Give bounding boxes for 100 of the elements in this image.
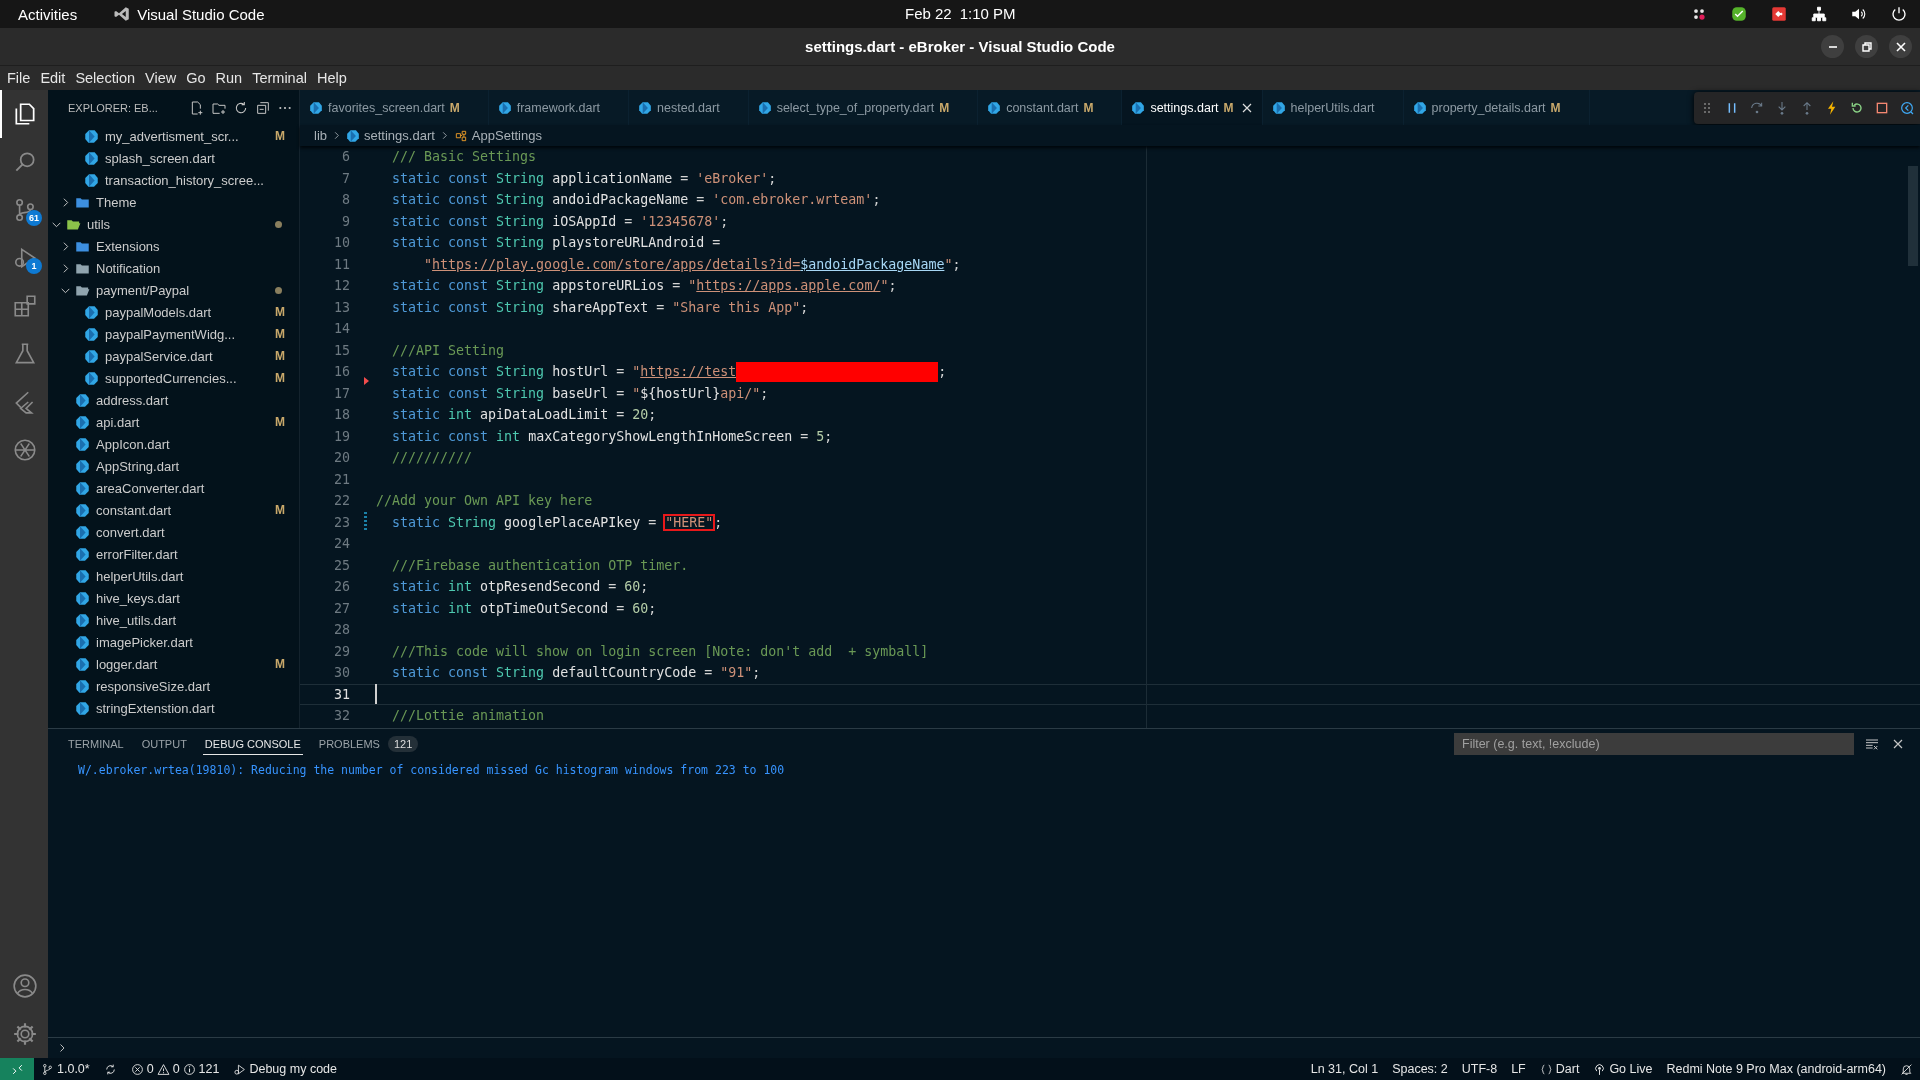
close-button[interactable] (1889, 35, 1912, 58)
filter-field[interactable]: Filter (e.g. text, !exclude) (1454, 733, 1854, 755)
branch-name[interactable]: 1.0.0* (57, 1062, 90, 1076)
file-name: stringExtenstion.dart (96, 700, 215, 716)
panel-tab[interactable]: TERMINAL (66, 733, 126, 755)
bell-icon[interactable] (1900, 1062, 1913, 1076)
tree-item[interactable]: responsiveSize.dart (48, 675, 299, 697)
app-indicator-icon[interactable] (1770, 5, 1788, 23)
line-number: 15 (333, 342, 350, 358)
error-count[interactable]: 0 (146, 1062, 154, 1076)
clear-console-icon[interactable] (1864, 736, 1880, 752)
files-icon[interactable] (12, 101, 38, 127)
power-icon[interactable] (1890, 5, 1908, 23)
collapse-all-icon[interactable] (255, 99, 271, 116)
menu-item[interactable]: File (2, 69, 36, 87)
menu-item[interactable]: Edit (35, 69, 71, 87)
extensions-icon[interactable] (12, 293, 38, 319)
tree-item[interactable]: imagePicker.dart (48, 631, 299, 653)
file-name: transaction_history_scree... (105, 172, 264, 188)
tree-item[interactable]: errorFilter.dart (48, 543, 299, 565)
restart-icon[interactable] (1849, 100, 1865, 116)
account-icon[interactable] (12, 973, 38, 999)
go-live-button[interactable]: Go Live (1609, 1062, 1653, 1076)
step-over-icon[interactable] (1749, 100, 1765, 116)
language-mode[interactable]: Dart (1555, 1062, 1580, 1076)
settings-icon[interactable] (12, 1021, 38, 1047)
code-line: static String googlePlaceAPIkey = "HERE"; (391, 514, 723, 530)
minimize-button[interactable] (1821, 35, 1844, 58)
tree-item[interactable]: logger.dart M (48, 653, 299, 675)
tree-item[interactable]: paypalService.dart M (48, 345, 299, 367)
tree-item[interactable]: my_advertisment_scr... M (48, 125, 299, 147)
dart-file-icon (75, 634, 90, 650)
editor-tab[interactable]: settings.dart M (1122, 90, 1263, 125)
time-text[interactable]: 1:10 PM (959, 5, 1016, 22)
tree-item[interactable]: AppIcon.dart (48, 433, 299, 455)
menu-item[interactable]: Run (210, 69, 248, 87)
run-debug-icon[interactable] (12, 245, 38, 271)
line-number: 11 (333, 256, 350, 272)
tree-item[interactable]: Notification (48, 257, 299, 279)
menu-item[interactable]: Terminal (247, 69, 312, 87)
file-name: paypalPaymentWidg... (105, 326, 236, 342)
status-item[interactable]: Spaces: 2 (1392, 1062, 1448, 1076)
scrollbar-thumb[interactable] (1908, 166, 1918, 266)
menu-item[interactable]: View (140, 69, 182, 87)
breadcrumb-item[interactable]: AppSettings (471, 128, 542, 143)
network-icon[interactable] (1810, 5, 1828, 23)
file-name: address.dart (96, 392, 169, 408)
tree-item[interactable]: Theme (48, 191, 299, 213)
tree-item[interactable]: areaConverter.dart (48, 477, 299, 499)
warning-count[interactable]: 0 (172, 1062, 180, 1076)
tree-item[interactable]: address.dart (48, 389, 299, 411)
tree-item[interactable]: payment/Paypal (48, 279, 299, 301)
panel-tab[interactable]: PROBLEMS (316, 733, 382, 755)
tree-item[interactable]: supportedCurrencies... M (48, 367, 299, 389)
status-item[interactable]: Ln 31, Col 1 (1310, 1062, 1379, 1076)
tree-item[interactable]: paypalModels.dart M (48, 301, 299, 323)
tree-item[interactable]: splash_screen.dart (48, 147, 299, 169)
dart-file-icon (638, 100, 653, 115)
sync-icon[interactable] (103, 1062, 117, 1076)
date-text[interactable]: Feb 22 (905, 5, 952, 22)
tree-item[interactable]: Extensions (48, 235, 299, 257)
panel-tab[interactable]: OUTPUT (139, 733, 189, 755)
tree-item[interactable]: utils (48, 213, 299, 235)
tree-item[interactable]: hive_utils.dart (48, 609, 299, 631)
menu-item[interactable]: Go (181, 69, 211, 87)
stop-icon[interactable] (1874, 100, 1890, 116)
tree-item[interactable]: convert.dart (48, 521, 299, 543)
refresh-icon[interactable] (233, 99, 249, 116)
status-item[interactable]: Redmi Note 9 Pro Max (android-arm64) (1666, 1062, 1886, 1076)
tree-item[interactable]: stringExtenstion.dart (48, 697, 299, 719)
menu-item[interactable]: Selection (70, 69, 141, 87)
breadcrumb-item[interactable]: settings.dart (364, 128, 435, 143)
status-item[interactable]: UTF-8 (1461, 1062, 1498, 1076)
check-badge-icon[interactable] (1730, 5, 1748, 23)
restore-button[interactable] (1855, 35, 1878, 58)
tree-item[interactable]: transaction_history_scree... (48, 169, 299, 191)
new-file-icon[interactable] (189, 99, 205, 116)
debug-run-icon[interactable] (233, 1062, 247, 1076)
panel-tab[interactable]: DEBUG CONSOLE (202, 733, 303, 755)
breadcrumb-item[interactable]: lib (314, 128, 327, 143)
info-count[interactable]: 121 (198, 1062, 220, 1076)
app-name[interactable]: Visual Studio Code (137, 5, 265, 23)
tree-item[interactable]: api.dart M (48, 411, 299, 433)
status-item[interactable]: LF (1511, 1062, 1526, 1076)
tree-item[interactable]: AppString.dart (48, 455, 299, 477)
activities-button[interactable]: Activities (18, 5, 78, 23)
code-line: static int otpTimeOutSecond = 60; (391, 600, 657, 616)
tree-item[interactable]: hive_keys.dart (48, 587, 299, 609)
branch-icon[interactable] (41, 1062, 54, 1076)
file-name: supportedCurrencies... (105, 370, 237, 386)
code-editor[interactable] (300, 146, 1920, 728)
menu-item[interactable]: Help (311, 69, 352, 87)
tree-item[interactable]: constant.dart M (48, 499, 299, 521)
file-name: payment/Paypal (96, 282, 190, 298)
tree-item[interactable]: helperUtils.dart (48, 565, 299, 587)
tree-item[interactable]: paypalPaymentWidg... M (48, 323, 299, 345)
devtools-search-icon[interactable] (1899, 100, 1915, 116)
debug-config[interactable]: Debug my code (249, 1062, 337, 1076)
dart-file-icon (75, 458, 90, 474)
dart-file-icon (75, 414, 90, 430)
